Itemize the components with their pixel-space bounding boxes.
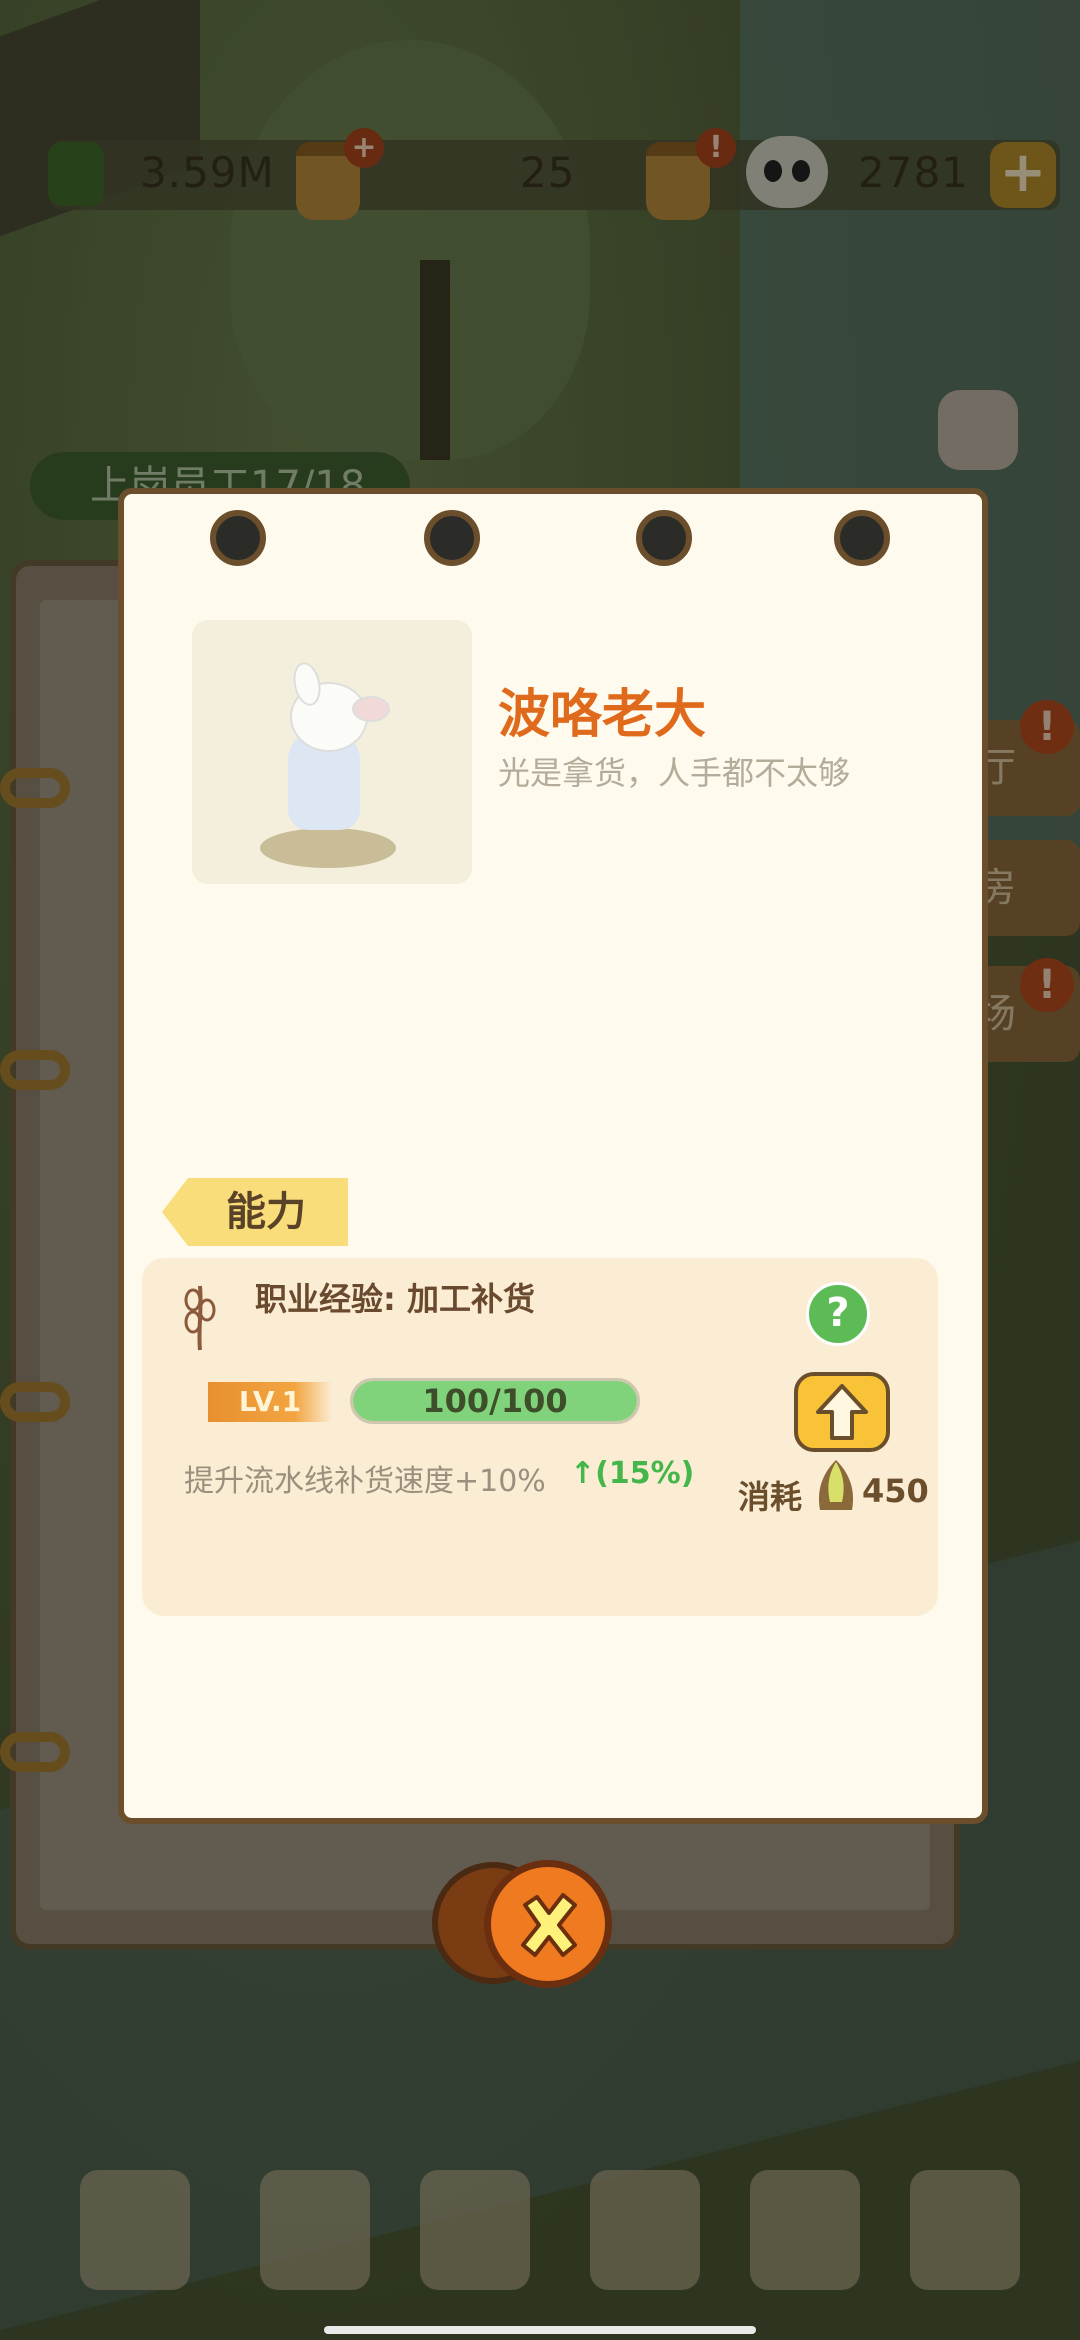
close-button[interactable]: [484, 1860, 612, 1988]
character-name: 波咯老大: [498, 685, 707, 745]
character-ear: [352, 696, 390, 722]
bottom-nav-tools[interactable]: [590, 2170, 700, 2290]
bottom-nav-map[interactable]: [80, 2170, 190, 2290]
paper-hole: [834, 510, 890, 566]
close-icon: [521, 1893, 577, 1957]
paper-hole: [210, 510, 266, 566]
experience-text: 100/100: [422, 1382, 568, 1420]
job-experience-label: 职业经验: 加工补货: [255, 1280, 535, 1318]
arrow-up-icon: [816, 1384, 868, 1440]
character-portrait: [192, 620, 472, 884]
character-shadow: [260, 828, 396, 868]
effect-upgrade-preview: ↑(15%): [570, 1456, 695, 1491]
bottom-nav-bag[interactable]: [750, 2170, 860, 2290]
wheat-icon: [184, 1285, 216, 1351]
paper-hole: [424, 510, 480, 566]
character-description: 光是拿货，人手都不太够: [498, 754, 851, 792]
help-button[interactable]: ?: [806, 1282, 870, 1346]
ability-tab[interactable]: 能力: [162, 1178, 348, 1246]
home-indicator: [324, 2326, 756, 2334]
paper-hole: [636, 510, 692, 566]
bottom-nav-pot[interactable]: [260, 2170, 370, 2290]
upgrade-button[interactable]: [794, 1372, 890, 1452]
bamboo-shoot-icon: [818, 1460, 854, 1510]
bottom-nav-shop[interactable]: [910, 2170, 1020, 2290]
level-tag: LV.1: [208, 1382, 332, 1422]
cost-value: 450: [862, 1472, 929, 1510]
effect-description: 提升流水线补货速度+10%: [184, 1464, 546, 1499]
experience-bar: 100/100: [350, 1378, 640, 1424]
cost-label: 消耗: [738, 1478, 803, 1516]
bottom-nav-menu[interactable]: [420, 2170, 530, 2290]
